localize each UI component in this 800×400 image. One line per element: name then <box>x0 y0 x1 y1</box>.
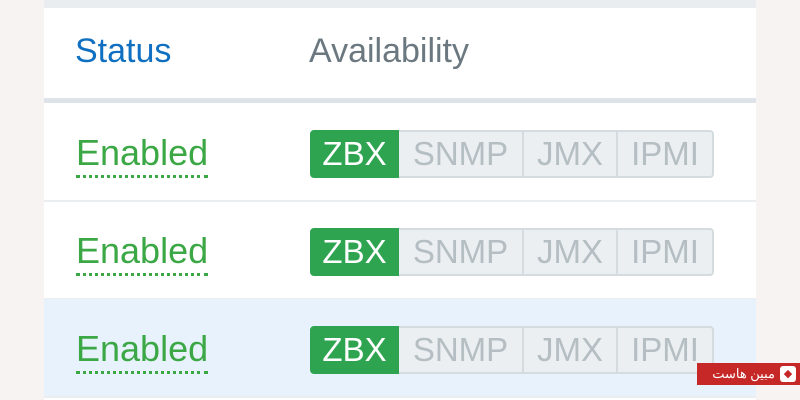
snmp-badge: SNMP <box>399 326 524 374</box>
zbx-badge: ZBX <box>310 228 399 276</box>
status-enabled-link[interactable]: Enabled <box>76 329 209 374</box>
snmp-badge: SNMP <box>399 130 524 178</box>
availability-badges: ZBX SNMP JMX IPMI <box>310 228 714 276</box>
jmx-badge: JMX <box>524 326 618 374</box>
jmx-badge: JMX <box>524 228 618 276</box>
watermark-text: مبین هاست <box>712 366 775 381</box>
status-column-header[interactable]: Status <box>75 32 171 71</box>
zbx-badge: ZBX <box>310 326 399 374</box>
zbx-badge: ZBX <box>310 130 399 178</box>
table-header: Status Availability <box>44 8 756 103</box>
logo-icon: ◆ <box>780 366 796 382</box>
snmp-badge: SNMP <box>399 228 524 276</box>
status-enabled-link[interactable]: Enabled <box>76 133 209 178</box>
availability-badges: ZBX SNMP JMX IPMI <box>310 130 714 178</box>
jmx-badge: JMX <box>524 130 618 178</box>
table-row[interactable]: Enabled ZBX SNMP JMX IPMI <box>44 103 756 202</box>
ipmi-badge: IPMI <box>618 130 714 178</box>
status-enabled-link[interactable]: Enabled <box>76 231 209 276</box>
ipmi-badge: IPMI <box>618 228 714 276</box>
watermark-logo: مبین هاست ◆ <box>697 363 800 385</box>
table-top-border <box>44 0 756 8</box>
availability-column-header: Availability <box>309 32 470 70</box>
table-row[interactable]: Enabled ZBX SNMP JMX IPMI <box>44 201 756 300</box>
availability-badges: ZBX SNMP JMX IPMI <box>310 326 714 374</box>
table-row-selected[interactable]: Enabled ZBX SNMP JMX IPMI <box>44 299 756 398</box>
hosts-table: Status Availability Enabled ZBX SNMP JMX… <box>44 0 756 400</box>
